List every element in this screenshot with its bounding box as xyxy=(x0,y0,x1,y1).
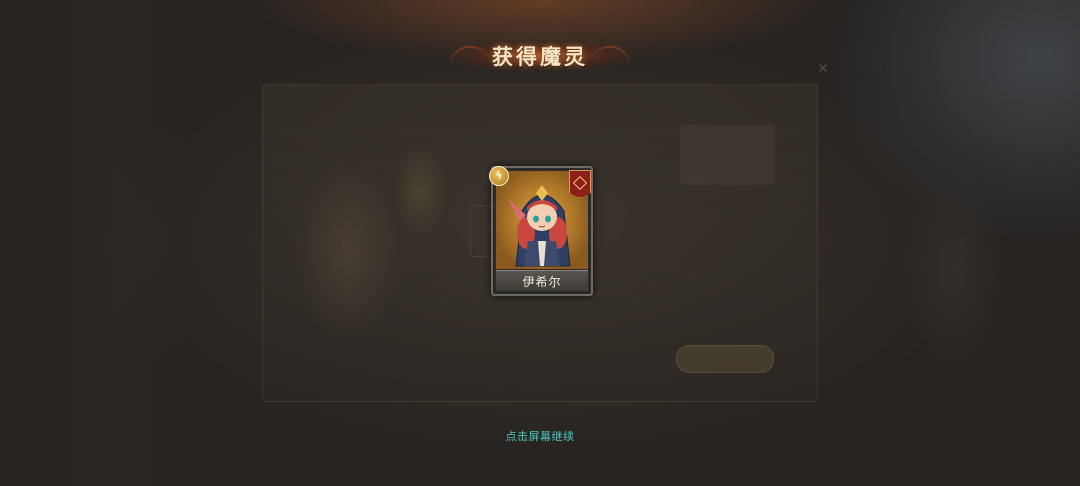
diamond-rune-icon xyxy=(569,170,591,198)
lightning-icon: ϟ xyxy=(489,166,509,186)
title-banner: 获得魔灵 xyxy=(440,34,640,78)
page-title: 获得魔灵 xyxy=(492,45,588,69)
spirit-name: 伊希尔 xyxy=(522,274,562,289)
background-close-icon: ✕ xyxy=(817,61,829,77)
banner-wing-left xyxy=(446,42,490,72)
banner-wing-right xyxy=(590,42,634,72)
spirit-card[interactable]: ϟ 伊希尔 xyxy=(489,166,593,296)
background-left-scene xyxy=(40,0,190,486)
tap-to-continue-hint[interactable]: 点击屏幕继续 xyxy=(440,428,640,444)
card-name-bar: 伊希尔 xyxy=(496,270,588,291)
background-item-frame xyxy=(680,125,775,185)
reward-screen[interactable]: ✕ 获得魔灵 ϟ 伊希尔 点击屏幕继续 xyxy=(0,0,1080,486)
background-button xyxy=(676,345,774,373)
background-right-scene xyxy=(880,120,1030,420)
background-foliage xyxy=(380,120,460,260)
